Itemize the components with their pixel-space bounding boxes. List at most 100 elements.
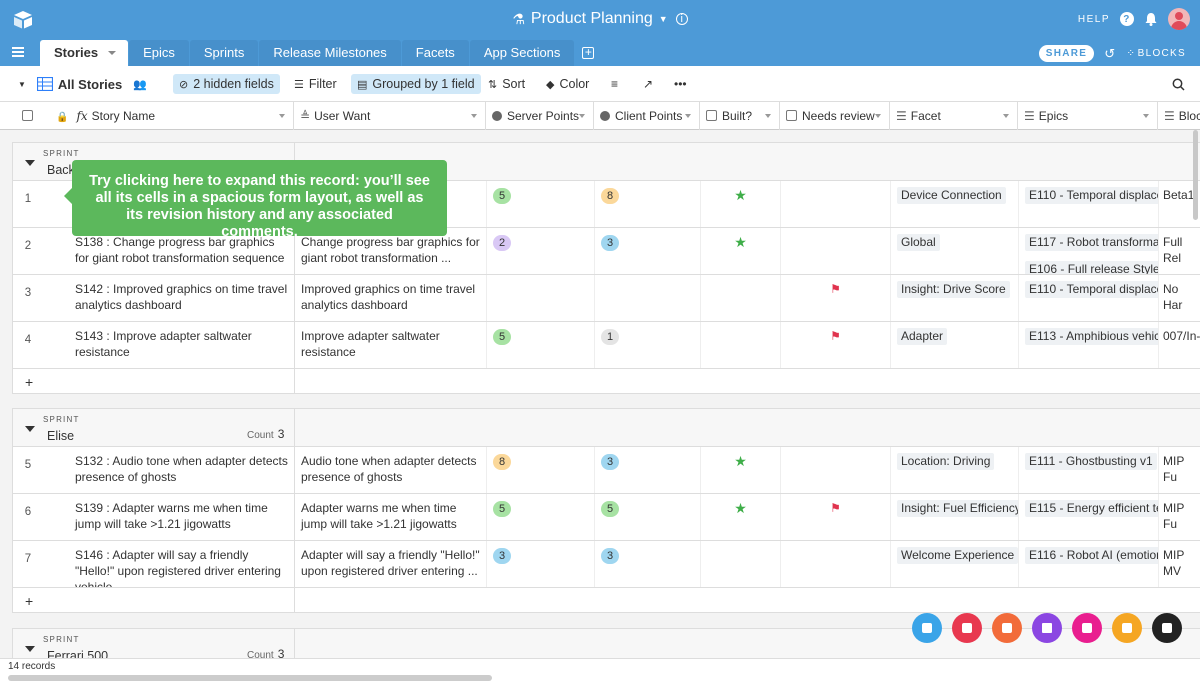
epics-cell[interactable]: E111 - Ghostbusting v1 <box>1019 447 1159 493</box>
server-points-cell[interactable]: 5 <box>487 322 595 368</box>
facet-cell[interactable]: Adapter <box>891 322 1019 368</box>
column-client-points[interactable]: Client Points <box>594 102 700 130</box>
tab-stories[interactable]: Stories <box>40 40 129 66</box>
tab-app-sections[interactable]: App Sections <box>469 40 575 66</box>
needs-review-cell[interactable]: ⚑ <box>781 275 891 321</box>
server-points-cell[interactable]: 8 <box>487 447 595 493</box>
table-row[interactable]: 5 S132 : Audio tone when adapter detects … <box>13 447 1200 494</box>
horizontal-scrollbar[interactable] <box>8 675 492 681</box>
user-want-cell[interactable]: Improved graphics on time travel analyti… <box>295 275 487 321</box>
more-icon[interactable]: ••• <box>674 75 687 93</box>
tab-facets[interactable]: Facets <box>401 40 469 66</box>
collapse-group-icon[interactable] <box>25 160 35 166</box>
blocks-button[interactable]: ⁘ BLOCKS <box>1126 48 1186 59</box>
server-points-cell[interactable]: 2 <box>487 228 595 274</box>
help-link[interactable]: HELP <box>1078 14 1110 25</box>
needs-review-cell[interactable] <box>781 541 891 587</box>
column-built[interactable]: Built? <box>700 102 780 130</box>
calendar-fab-button[interactable] <box>992 613 1022 643</box>
epics-cell[interactable]: E117 - Robot transformati E106 - Full rel… <box>1019 228 1159 274</box>
shapes-fab-button[interactable] <box>912 613 942 643</box>
add-record-row[interactable]: + <box>13 588 1200 614</box>
server-points-cell[interactable]: 5 <box>487 494 595 540</box>
tab-epics[interactable]: Epics <box>129 40 189 66</box>
help-icon[interactable]: ? <box>1120 12 1134 26</box>
built-cell[interactable]: ★ <box>701 447 781 493</box>
needs-review-cell[interactable] <box>781 447 891 493</box>
story-name-cell[interactable]: S139 : Adapter warns me when time jump w… <box>63 494 295 540</box>
menu-icon[interactable] <box>12 47 24 57</box>
hidden-fields-button[interactable]: ⊘ 2 hidden fields <box>173 74 280 94</box>
server-points-cell[interactable] <box>487 275 595 321</box>
view-switcher[interactable]: ▼ All Stories 👥 <box>18 75 147 93</box>
history-icon[interactable]: ↺ <box>1104 46 1116 62</box>
table-row[interactable]: 6 S139 : Adapter warns me when time jump … <box>13 494 1200 541</box>
bell-icon[interactable] <box>1144 12 1158 26</box>
facet-cell[interactable]: Welcome Experience <box>891 541 1019 587</box>
column-blocks[interactable]: ☰ Bloc <box>1158 102 1200 130</box>
tab-sprints[interactable]: Sprints <box>189 40 259 66</box>
column-story-name[interactable]: 🔒 fx Story Name <box>50 102 294 130</box>
facet-cell[interactable]: Insight: Drive Score <box>891 275 1019 321</box>
epics-cell[interactable]: E116 - Robot AI (emotiona <box>1019 541 1159 587</box>
sort-button[interactable]: ⇅ Sort <box>488 75 525 93</box>
story-name-cell[interactable]: S142 : Improved graphics on time travel … <box>63 275 295 321</box>
collapse-group-icon[interactable] <box>25 646 35 652</box>
table-row[interactable]: 4 S143 : Improve adapter saltwater resist… <box>13 322 1200 369</box>
facet-cell[interactable]: Location: Driving <box>891 447 1019 493</box>
client-points-cell[interactable]: 8 <box>595 181 701 227</box>
collapse-fab-button[interactable] <box>1152 613 1182 643</box>
group-header[interactable]: SPRINT Ferrari 500 Count 3 <box>13 629 1200 658</box>
server-points-cell[interactable]: 5 <box>487 181 595 227</box>
blocks-cell[interactable]: MIP Fu <box>1159 447 1200 493</box>
add-record-icon[interactable]: + <box>25 374 33 390</box>
add-record-icon[interactable]: + <box>25 593 33 609</box>
add-record-row[interactable]: + <box>13 369 1200 395</box>
list-fab-button[interactable] <box>1032 613 1062 643</box>
color-button[interactable]: ◆ Color <box>546 75 589 93</box>
needs-review-cell[interactable] <box>781 181 891 227</box>
needs-review-cell[interactable]: ⚑ <box>781 322 891 368</box>
epics-cell[interactable]: E110 - Temporal displacer <box>1019 275 1159 321</box>
blocks-cell[interactable]: No Har <box>1159 275 1200 321</box>
column-user-want[interactable]: ≜ User Want <box>294 102 486 130</box>
story-name-cell[interactable]: S132 : Audio tone when adapter detects p… <box>63 447 295 493</box>
column-epics[interactable]: ☰ Epics <box>1018 102 1158 130</box>
blocks-cell[interactable]: MIP Fu <box>1159 494 1200 540</box>
epics-cell[interactable]: E110 - Temporal displacer <box>1019 181 1159 227</box>
client-points-cell[interactable]: 5 <box>595 494 701 540</box>
table-row[interactable]: 3 S142 : Improved graphics on time travel… <box>13 275 1200 322</box>
column-needs-review[interactable]: Needs review <box>780 102 890 130</box>
user-avatar[interactable] <box>1168 8 1190 30</box>
people-icon[interactable]: 👥 <box>133 78 147 91</box>
client-points-cell[interactable]: 3 <box>595 228 701 274</box>
column-facet[interactable]: ☰ Facet <box>890 102 1018 130</box>
base-title[interactable]: ⚗ Product Planning ▼ i <box>0 10 1200 28</box>
facet-cell[interactable]: Device Connection <box>891 181 1019 227</box>
row-height-icon[interactable]: ≡ <box>611 75 618 93</box>
search-icon[interactable] <box>1172 75 1185 93</box>
select-all-checkbox[interactable] <box>22 110 33 121</box>
add-table-button[interactable]: + <box>575 40 601 66</box>
built-cell[interactable] <box>701 275 781 321</box>
epics-cell[interactable]: E115 - Energy efficient ter <box>1019 494 1159 540</box>
column-server-points[interactable]: Server Points <box>486 102 594 130</box>
collapse-group-icon[interactable] <box>25 426 35 432</box>
facet-cell[interactable]: Global <box>891 228 1019 274</box>
client-points-cell[interactable] <box>595 275 701 321</box>
user-want-cell[interactable]: Adapter will say a friendly "Hello!" upo… <box>295 541 487 587</box>
blocks-cell[interactable]: 007/In- <box>1159 322 1200 368</box>
client-points-cell[interactable]: 1 <box>595 322 701 368</box>
blocks-cell[interactable]: Full Rel <box>1159 228 1200 274</box>
built-cell[interactable] <box>701 541 781 587</box>
chat-fab-button[interactable] <box>1072 613 1102 643</box>
apps-fab-button[interactable] <box>952 613 982 643</box>
blocks-cell[interactable]: MIP MV <box>1159 541 1200 587</box>
built-cell[interactable] <box>701 322 781 368</box>
client-points-cell[interactable]: 3 <box>595 447 701 493</box>
share-view-icon[interactable]: ↗ <box>643 75 653 93</box>
story-name-cell[interactable]: S143 : Improve adapter saltwater resista… <box>63 322 295 368</box>
user-want-cell[interactable]: Improve adapter saltwater resistance <box>295 322 487 368</box>
info-icon[interactable]: i <box>675 13 688 25</box>
epics-cell[interactable]: E113 - Amphibious vehicle <box>1019 322 1159 368</box>
